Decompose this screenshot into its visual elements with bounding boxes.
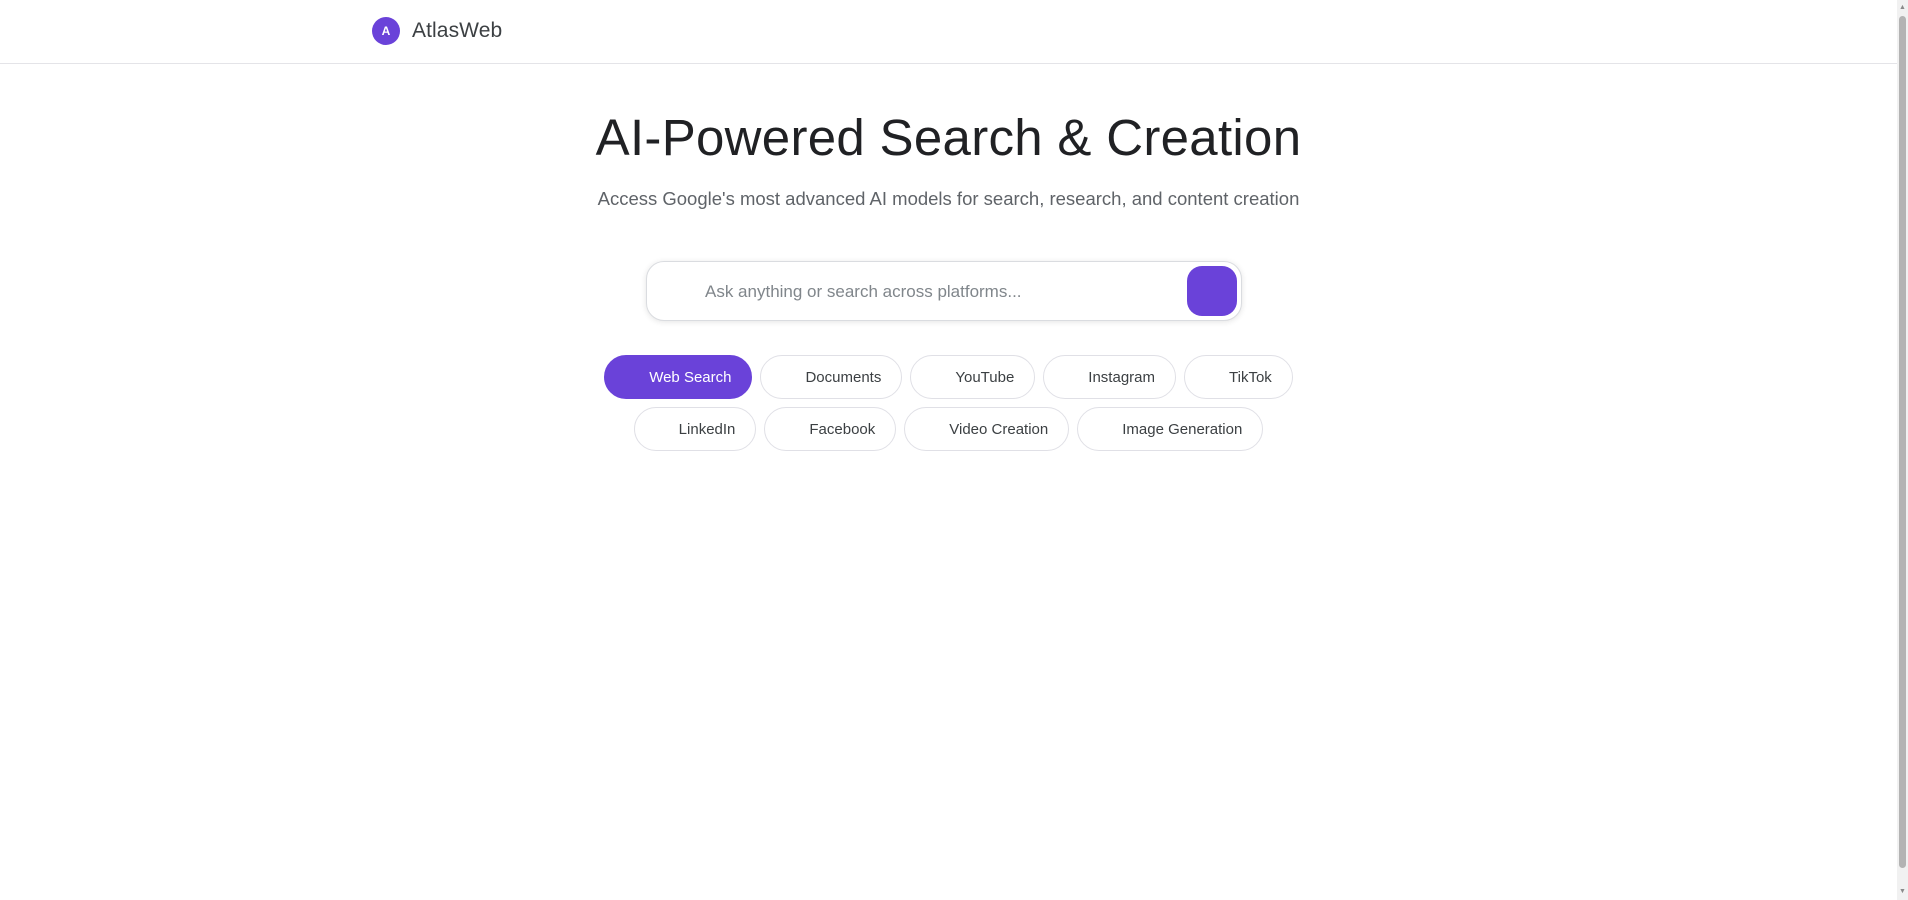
mode-chip-youtube[interactable]: YouTube: [910, 355, 1036, 399]
mode-chips-row-2: LinkedIn Facebook Video Creation Image G…: [0, 407, 1897, 451]
mode-chip-tiktok[interactable]: TikTok: [1184, 355, 1293, 399]
mode-chip-web-search[interactable]: Web Search: [604, 355, 753, 399]
brand-logo-link[interactable]: A AtlasWeb: [372, 17, 502, 45]
mode-chip-documents[interactable]: Documents: [760, 355, 903, 399]
scroll-up-arrow-icon[interactable]: ▲: [1898, 2, 1907, 14]
page-subtitle: Access Google's most advanced AI models …: [597, 188, 1300, 209]
search-bar: [646, 261, 1242, 321]
top-bar: A AtlasWeb: [0, 0, 1897, 64]
mode-chip-facebook[interactable]: Facebook: [764, 407, 897, 451]
mode-chip-linkedin[interactable]: LinkedIn: [633, 407, 757, 451]
brand-name: AtlasWeb: [412, 19, 503, 42]
mode-chip-video-creation[interactable]: Video Creation: [904, 407, 1070, 451]
search-input[interactable]: [703, 272, 1157, 312]
page: A AtlasWeb AI-Powered Search & Creation …: [0, 0, 1908, 900]
mode-chip-image-generation[interactable]: Image Generation: [1077, 407, 1264, 451]
mode-chip-instagram[interactable]: Instagram: [1043, 355, 1176, 399]
page-title: AI-Powered Search & Creation: [595, 109, 1302, 166]
vertical-scrollbar[interactable]: ▲ ▼: [1897, 0, 1908, 900]
mode-chips-row-1: Web Search Documents YouTube Instagram T…: [0, 355, 1897, 399]
scrollbar-thumb[interactable]: [1899, 16, 1906, 868]
scroll-down-arrow-icon[interactable]: ▼: [1898, 886, 1907, 898]
logo-avatar: A: [372, 17, 400, 45]
search-submit-button[interactable]: [1187, 266, 1237, 316]
